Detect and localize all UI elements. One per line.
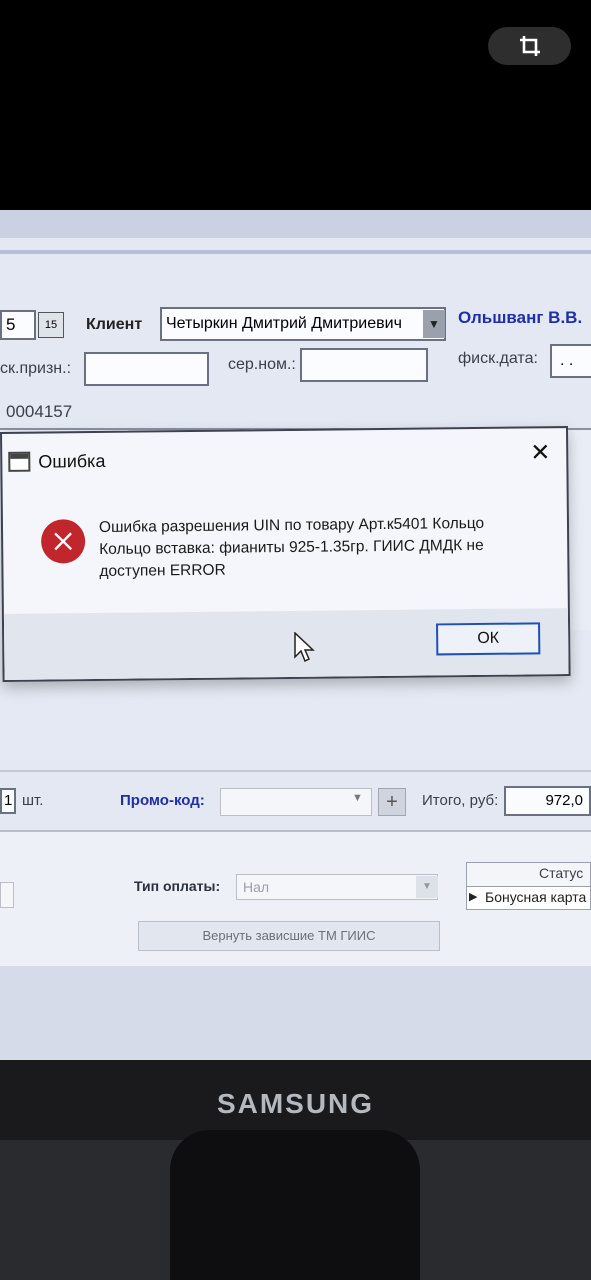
close-icon[interactable]: ✕ (530, 438, 550, 467)
dialog-message: Ошибка разрешения UIN по товару Арт.к540… (98, 514, 485, 580)
calendar-icon: 15 (44, 319, 58, 331)
status-row-label: Бонусная карта (485, 889, 587, 905)
crop-button[interactable] (488, 27, 571, 65)
side-field (0, 882, 14, 908)
monitor-brand-logo: SAMSUNG (216, 1088, 375, 1119)
promo-select[interactable] (220, 788, 372, 816)
error-dialog: Ошибка ✕ Ошибка разрешения UIN по товару… (0, 426, 571, 682)
mouse-cursor-icon (294, 632, 315, 663)
client-label: Клиент (86, 316, 143, 333)
status-header-cell: Статус (466, 862, 591, 888)
fisc-sign-input[interactable] (84, 352, 209, 386)
status-row[interactable]: ▶ Бонусная карта (466, 886, 591, 910)
fisc-date-label: фиск.дата: (458, 350, 538, 367)
promo-label: Промо-код: (120, 792, 205, 809)
window-top-bar (0, 210, 591, 238)
calendar-button[interactable]: 15 (38, 312, 64, 338)
window-icon (8, 451, 31, 472)
add-promo-button[interactable]: + (378, 788, 406, 816)
monitor-stand (170, 1130, 420, 1280)
client-select[interactable]: Четыркин Дмитрий Дмитриевич (160, 307, 446, 341)
ok-button[interactable]: ОК (436, 622, 541, 656)
monitor-screen: 5 15 Клиент Четыркин Дмитрий Дмитриевич … (0, 210, 591, 1060)
row-pointer-icon: ▶ (469, 891, 478, 903)
total-label: Итого, руб: (422, 792, 499, 809)
payment-type-label: Тип оплаты: (134, 878, 221, 894)
chevron-down-icon[interactable]: ▼ (416, 876, 438, 898)
chevron-down-icon[interactable]: ▼ (352, 792, 363, 804)
error-icon (40, 519, 86, 564)
divider (0, 250, 591, 254)
qty-field[interactable]: 1 (0, 788, 16, 814)
fisc-sign-label: ск.призн.: (0, 360, 72, 377)
fisc-date-input[interactable]: . . (550, 344, 591, 378)
payment-type-select[interactable]: Нал (236, 874, 438, 900)
date-field[interactable]: 5 (0, 310, 36, 340)
serial-input[interactable] (300, 348, 428, 382)
dialog-title: Ошибка (38, 450, 106, 472)
chevron-down-icon[interactable]: ▼ (423, 310, 445, 338)
total-value: 972,0 (504, 786, 591, 816)
serial-label: сер.ном.: (228, 356, 296, 373)
return-hung-button[interactable]: Вернуть зависшие ТМ ГИИС (138, 921, 440, 951)
status-header: Статус (539, 865, 584, 881)
bottom-area (0, 966, 591, 1060)
crop-icon (519, 36, 540, 56)
divider (0, 770, 591, 772)
manager-name: Ольшванг В.В. (458, 308, 583, 327)
qty-unit: шт. (22, 792, 44, 809)
doc-number: 0004157 (6, 402, 73, 421)
